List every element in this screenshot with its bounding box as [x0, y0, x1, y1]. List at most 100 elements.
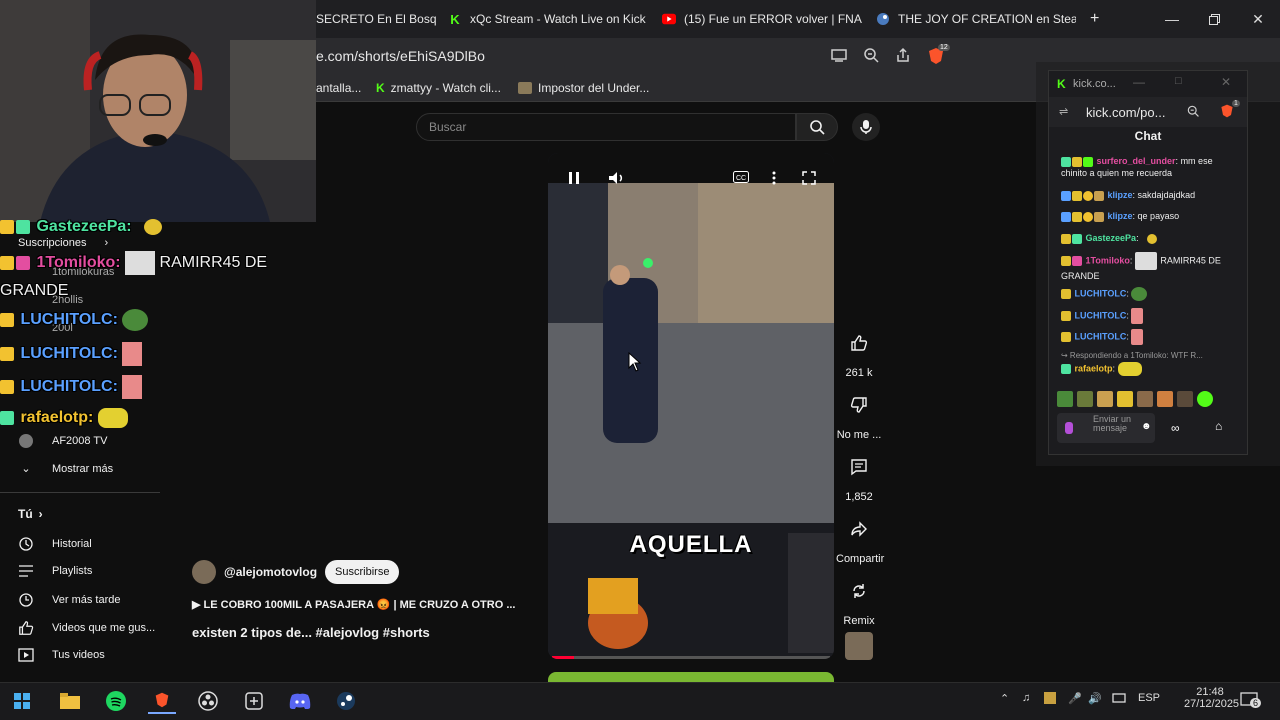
pause-icon[interactable] [568, 171, 580, 185]
fullscreen-icon[interactable] [802, 171, 816, 185]
bookmark-item[interactable]: Impostor del Under... [518, 81, 649, 95]
emote-icon[interactable] [1097, 391, 1113, 407]
language-indicator[interactable]: ESP [1138, 692, 1160, 704]
sidebar-item-playlists[interactable]: Playlists [18, 564, 92, 578]
voice-search-button[interactable] [852, 113, 880, 141]
tab-xqc-kick[interactable]: K xQc Stream - Watch Live on Kick [448, 0, 648, 38]
chat-input[interactable]: Enviar un mensaje ☻ [1057, 413, 1155, 443]
chat-username[interactable]: GastezeePa [1086, 233, 1137, 243]
app-icon[interactable] [240, 688, 268, 714]
chat-username[interactable]: klipze [1108, 211, 1133, 221]
file-explorer-icon[interactable] [56, 688, 84, 714]
emote-icon[interactable] [1057, 391, 1073, 407]
tab-secreto[interactable]: SECRETO En El Bosqu [316, 0, 436, 38]
show-more-button[interactable]: ⌄ Mostrar más [18, 462, 113, 476]
minimize-button[interactable]: — [1133, 75, 1145, 89]
captions-icon[interactable]: CC [733, 171, 749, 183]
emote-bar[interactable] [1057, 391, 1214, 407]
volume-icon[interactable]: 🔊 [1088, 692, 1102, 705]
store-icon[interactable]: ⌂ [1215, 419, 1222, 433]
identity-icon[interactable] [1065, 422, 1073, 434]
bookmark-item[interactable]: Kzmattyy - Watch cli... [376, 81, 501, 95]
site-settings-icon[interactable]: ⇌ [1059, 105, 1068, 118]
chat-username: GastezeePa: [36, 218, 132, 235]
maximize-button[interactable] [1192, 0, 1236, 38]
network-icon[interactable] [1112, 692, 1126, 704]
chat-username[interactable]: LUCHITOLC [1075, 288, 1127, 298]
related-video-link[interactable]: ▶ LE COBRO 100MIL A PASAJERA 😡 | ME CRUZ… [192, 598, 516, 611]
comments-button[interactable]: 1,852 [836, 447, 882, 503]
mic-icon [860, 120, 872, 134]
search-button[interactable] [796, 113, 838, 141]
sidebar-item-label: Videos que me gus... [52, 622, 156, 634]
minimize-button[interactable]: — [1150, 0, 1194, 38]
zoom-icon[interactable] [862, 46, 882, 66]
remix-button[interactable]: Remix [836, 571, 882, 627]
chat-username[interactable]: LUCHITOLC [1075, 331, 1127, 341]
chat-username[interactable]: LUCHITOLC [1075, 310, 1127, 320]
chat-username[interactable]: surfero_del_under [1097, 156, 1176, 166]
emoji-icon[interactable]: ☻ [1141, 421, 1152, 432]
steam-icon[interactable] [332, 688, 360, 714]
avatar[interactable] [192, 560, 216, 584]
emote-icon[interactable] [1197, 391, 1213, 407]
bookmark-item[interactable]: antalla... [316, 81, 361, 95]
gift-badge-icon [1072, 156, 1082, 167]
dislike-button[interactable]: No me ... [836, 385, 882, 441]
chat-username[interactable]: klipze [1108, 190, 1133, 200]
app-tray-icon[interactable] [1044, 692, 1056, 707]
you-header[interactable]: Tú › [18, 507, 43, 521]
chat-username[interactable]: 1Tomiloko [1086, 255, 1130, 265]
url-text[interactable]: e.com/shorts/eEhiSA9DlBo [316, 48, 485, 64]
sidebar-item-liked[interactable]: Videos que me gus... [18, 620, 155, 636]
emote-icon[interactable] [1117, 391, 1133, 407]
tab-youtube-fnaf[interactable]: (15) Fue un ERROR volver | FNAF [662, 0, 862, 38]
popup-titlebar[interactable]: K kick.co... — □ ✕ [1049, 71, 1247, 97]
sidebar-item-history[interactable]: Historial [18, 536, 92, 552]
subscriptions-header[interactable]: Suscripciones › [18, 237, 108, 249]
channel-name[interactable]: @alejomotovlog [224, 565, 317, 579]
popup-address-bar[interactable]: ⇌ kick.com/po... 1 [1049, 97, 1247, 127]
search-input[interactable]: Buscar [416, 113, 796, 141]
video-progress-bar[interactable] [552, 656, 830, 659]
chat-username[interactable]: rafaelotp [1075, 363, 1113, 373]
tab-steam-joy[interactable]: THE JOY OF CREATION en Steam [876, 0, 1076, 38]
new-tab-button[interactable]: + [1090, 0, 1110, 38]
overlay-chat-message: rafaelotp: [0, 408, 128, 428]
volume-icon[interactable] [608, 171, 626, 185]
sidebar-item-your-videos[interactable]: Tus videos [18, 648, 105, 662]
subscriber-badge-icon [0, 219, 14, 234]
share-page-icon[interactable] [894, 46, 914, 66]
emote-icon[interactable] [1157, 391, 1173, 407]
chat-message: LUCHITOLC: [1061, 329, 1241, 345]
more-options-icon[interactable] [772, 171, 776, 185]
subscribe-button[interactable]: Suscribirse [325, 560, 400, 584]
close-button[interactable]: ✕ [1221, 75, 1231, 89]
brave-browser-icon[interactable] [148, 688, 176, 714]
headset-icon[interactable]: ♫ [1022, 692, 1030, 704]
close-button[interactable]: ✕ [1236, 0, 1280, 38]
start-button[interactable] [8, 688, 36, 714]
clock[interactable]: 21:48 27/12/2025 [1184, 686, 1239, 710]
zoom-icon[interactable] [1186, 104, 1200, 118]
like-button[interactable]: 261 k [836, 323, 882, 379]
emote-icon[interactable] [1177, 391, 1193, 407]
points-icon[interactable]: ∞ [1171, 421, 1180, 435]
shorts-video-player[interactable]: CC AQUELLA [548, 153, 834, 659]
emote-icon[interactable] [1077, 391, 1093, 407]
discord-icon[interactable] [286, 688, 314, 714]
sidebar-channel[interactable]: AF2008 TV [18, 434, 107, 448]
brave-shield-icon[interactable]: 12 [926, 44, 950, 66]
audio-thumbnail[interactable] [845, 632, 873, 660]
notifications-button[interactable]: 6 [1240, 692, 1262, 708]
spotify-icon[interactable] [102, 688, 130, 714]
mic-icon[interactable]: 🎤 [1068, 692, 1082, 705]
kick-chat-popup[interactable]: K kick.co... — □ ✕ ⇌ kick.com/po... 1 Ch… [1048, 70, 1248, 455]
maximize-button[interactable]: □ [1175, 75, 1182, 87]
cast-icon[interactable] [830, 46, 850, 66]
share-button[interactable]: Compartir [836, 509, 884, 565]
emote-icon[interactable] [1137, 391, 1153, 407]
sidebar-item-watch-later[interactable]: Ver más tarde [18, 592, 120, 608]
obs-icon[interactable] [194, 688, 222, 714]
chevron-up-icon[interactable]: ⌃ [1000, 692, 1009, 705]
